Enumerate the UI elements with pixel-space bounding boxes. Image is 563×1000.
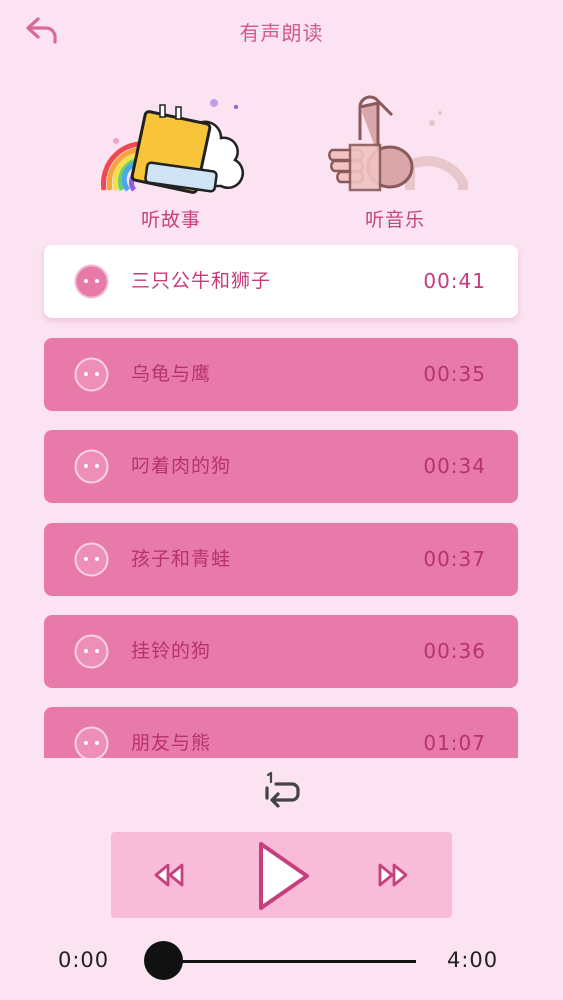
track-row[interactable]: 挂铃的狗 00:36 [44,615,518,688]
total-time: 4:00 [447,948,499,972]
track-duration: 00:41 [423,269,486,293]
book-rainbow-icon [101,99,245,194]
track-duration: 00:36 [423,639,486,663]
category-listen-story[interactable]: 听故事 [96,95,246,231]
track-row[interactable]: 乌龟与鹰 00:35 [44,338,518,411]
repeat-one-icon[interactable] [262,772,304,808]
progress-knob[interactable] [144,941,183,980]
track-list[interactable]: 三只公牛和狮子 00:41 乌龟与鹰 00:35 叼着肉的狗 00:34 孩子和… [0,245,563,758]
category-label: 听故事 [140,209,201,231]
track-row[interactable]: 孩子和青蛙 00:37 [44,523,518,596]
category-label: 听音乐 [364,209,425,231]
track-duration: 00:34 [423,454,486,478]
cute-face-icon [74,357,109,392]
player-controls [111,832,452,918]
track-row[interactable]: 叼着肉的狗 00:34 [44,430,518,503]
current-time: 0:00 [58,948,110,972]
header: 有声朗读 [0,0,563,60]
track-name: 乌龟与鹰 [131,363,212,385]
cute-face-icon [74,542,109,577]
previous-icon[interactable] [151,857,187,893]
track-name: 三只公牛和狮子 [131,270,272,292]
music-note-hand-icon [328,95,468,192]
track-duration: 01:07 [423,731,486,755]
cute-face-icon [74,449,109,484]
track-name: 挂铃的狗 [131,640,212,662]
progress-track[interactable] [163,960,416,963]
track-row[interactable]: 三只公牛和狮子 00:41 [44,245,518,318]
cute-face-icon [74,264,109,299]
track-name: 叼着肉的狗 [131,455,232,477]
cute-face-icon [74,726,109,758]
page-title: 有声朗读 [239,21,324,45]
next-icon[interactable] [375,857,411,893]
track-row[interactable]: 朋友与熊 01:07 [44,707,518,758]
track-name: 朋友与熊 [131,732,212,754]
track-name: 孩子和青蛙 [131,548,232,570]
track-duration: 00:35 [423,362,486,386]
play-icon[interactable] [251,838,315,914]
category-listen-music[interactable]: 听音乐 [320,95,470,231]
track-duration: 00:37 [423,547,486,571]
cute-face-icon [74,634,109,669]
